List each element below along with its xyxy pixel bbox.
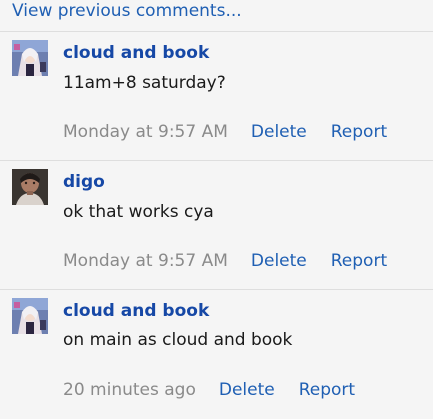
comment-author-link[interactable]: cloud and book (63, 43, 209, 63)
view-previous-comments-link[interactable]: View previous comments... (12, 0, 242, 26)
comment-text: on main as cloud and book (63, 330, 293, 350)
comment-item: cloud and book 11am+8 saturday? Monday a… (0, 32, 433, 160)
report-link[interactable]: Report (331, 122, 387, 142)
comment-timestamp[interactable]: Monday at 9:57 AM (63, 251, 228, 271)
comment-item: cloud and book on main as cloud and book… (0, 290, 433, 419)
anime-avatar-icon[interactable] (12, 40, 48, 76)
photo-avatar-icon[interactable] (12, 169, 48, 205)
comment-author-link[interactable]: cloud and book (63, 301, 209, 321)
comment-meta: Monday at 9:57 AM Delete Report (63, 122, 387, 142)
delete-link[interactable]: Delete (219, 380, 275, 400)
report-link[interactable]: Report (331, 251, 387, 271)
report-link[interactable]: Report (299, 380, 355, 400)
comment-text: 11am+8 saturday? (63, 73, 226, 93)
comment-timestamp[interactable]: Monday at 9:57 AM (63, 122, 228, 142)
comment-timestamp[interactable]: 20 minutes ago (63, 380, 196, 400)
comment-meta: 20 minutes ago Delete Report (63, 380, 355, 400)
anime-avatar-icon[interactable] (12, 298, 48, 334)
comment-meta: Monday at 9:57 AM Delete Report (63, 251, 387, 271)
comment-item: digo ok that works cya Monday at 9:57 AM… (0, 161, 433, 289)
comment-text: ok that works cya (63, 202, 214, 222)
delete-link[interactable]: Delete (251, 251, 307, 271)
comment-author-link[interactable]: digo (63, 172, 105, 192)
delete-link[interactable]: Delete (251, 122, 307, 142)
